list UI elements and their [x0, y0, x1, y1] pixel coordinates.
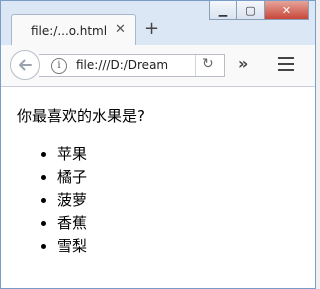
- reload-icon[interactable]: ↻: [202, 56, 214, 72]
- new-tab-button[interactable]: +: [144, 20, 159, 38]
- close-window-button[interactable]: ✕: [265, 1, 309, 20]
- question-text: 你最喜欢的水果是?: [17, 107, 145, 125]
- list-item: 橘子: [57, 166, 87, 189]
- fruit-list: 苹果 橘子 菠萝 香蕉 雪梨: [17, 143, 87, 258]
- back-arrow-icon: [19, 59, 32, 71]
- list-item: 雪梨: [57, 235, 87, 258]
- url-separator: [195, 55, 196, 76]
- page-content: 你最喜欢的水果是? 苹果 橘子 菠萝 香蕉 雪梨: [1, 87, 315, 288]
- maximize-button[interactable]: ▢: [237, 1, 265, 20]
- list-item: 苹果: [57, 143, 87, 166]
- browser-window: file:/...o.html ✕ + ▁ ▢ ✕ i ↻ » 你最喜欢的水果是…: [0, 0, 316, 289]
- title-bar: file:/...o.html ✕ + ▁ ▢ ✕: [1, 1, 315, 45]
- back-button[interactable]: [10, 50, 40, 80]
- browser-tab[interactable]: file:/...o.html ✕: [11, 14, 136, 45]
- overflow-chevron-icon[interactable]: »: [238, 54, 248, 73]
- window-controls: ▁ ▢ ✕: [209, 1, 309, 21]
- address-bar[interactable]: i ↻: [39, 54, 225, 77]
- minimize-button[interactable]: ▁: [209, 1, 237, 20]
- list-item: 菠萝: [57, 189, 87, 212]
- navigation-bar: i ↻ »: [1, 45, 315, 87]
- tab-close-icon[interactable]: ✕: [115, 22, 126, 37]
- hamburger-menu-icon[interactable]: [278, 57, 294, 75]
- list-item: 香蕉: [57, 212, 87, 235]
- url-input[interactable]: [76, 55, 194, 76]
- info-icon[interactable]: i: [51, 58, 67, 74]
- tab-title: file:/...o.html: [31, 24, 108, 38]
